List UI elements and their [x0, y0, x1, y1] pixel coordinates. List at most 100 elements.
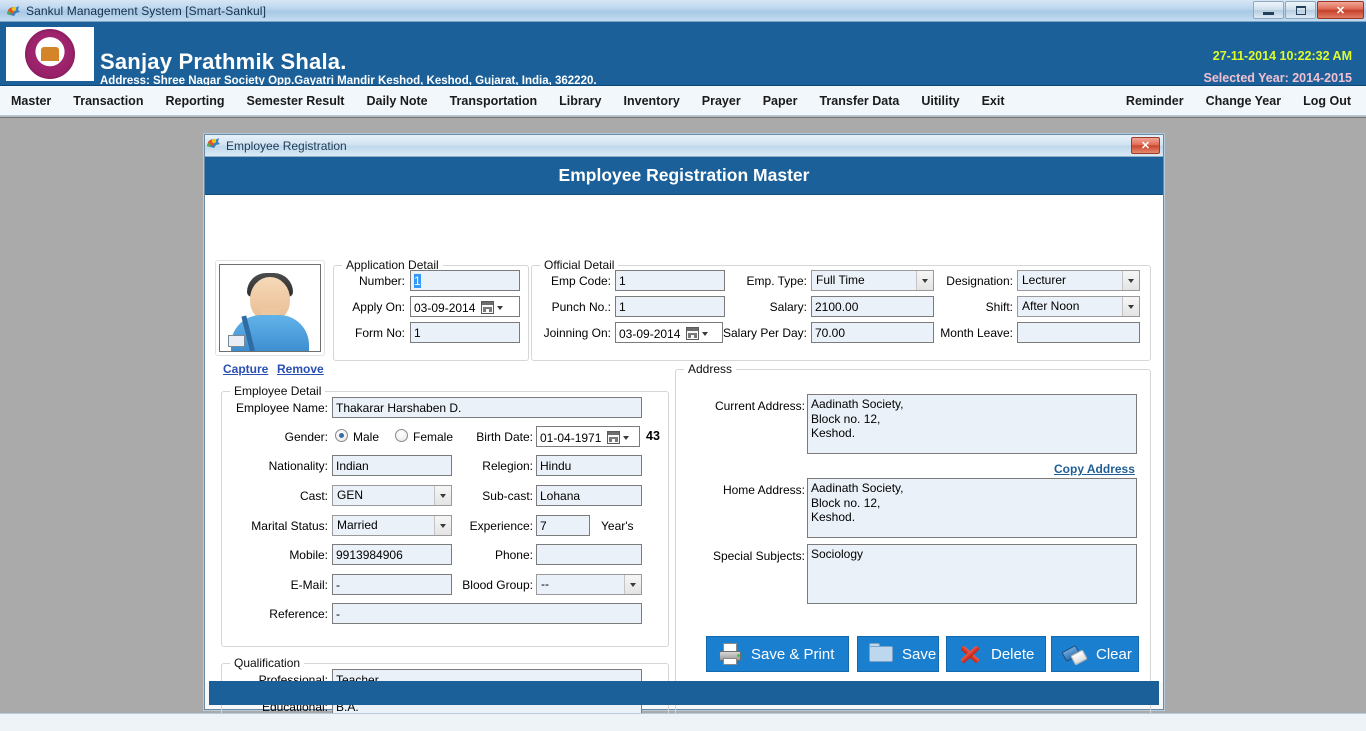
- child-window-close-button[interactable]: ✕: [1131, 137, 1160, 154]
- shift-dropdown-arrow[interactable]: [1122, 297, 1139, 316]
- form-title-banner: Employee Registration Master: [205, 157, 1163, 195]
- maximize-button[interactable]: [1285, 1, 1316, 19]
- reference-label: Reference:: [269, 607, 328, 621]
- employee-name-label: Employee Name:: [235, 401, 328, 415]
- printer-icon: [717, 642, 743, 666]
- cast-value: GEN: [337, 488, 364, 502]
- form-body: Capture Remove Application Detail Number…: [205, 195, 1163, 725]
- experience-input[interactable]: 7: [536, 515, 590, 536]
- menu-item-transaction[interactable]: Transaction: [62, 86, 154, 116]
- menu-item-library[interactable]: Library: [548, 86, 612, 116]
- menu-item-log-out[interactable]: Log Out: [1292, 86, 1362, 116]
- capture-photo-link[interactable]: Capture: [223, 362, 268, 376]
- minimize-icon: [1263, 11, 1274, 15]
- shift-value: After Noon: [1022, 299, 1080, 313]
- menu-item-uitility[interactable]: Uitility: [910, 86, 970, 116]
- salary-input[interactable]: 2100.00: [811, 296, 934, 317]
- punch-no-label: Punch No.:: [551, 300, 611, 314]
- month-leave-label: Month Leave:: [940, 326, 1013, 340]
- religion-label: Relegion:: [482, 459, 533, 473]
- current-address-textarea[interactable]: Aadinath Society, Block no. 12, Keshod.: [807, 394, 1137, 454]
- salary-label: Salary:: [769, 300, 807, 314]
- gender-female-radio[interactable]: [395, 429, 408, 442]
- special-subjects-textarea[interactable]: Sociology: [807, 544, 1137, 604]
- special-subjects-label: Special Subjects:: [712, 549, 805, 563]
- school-logo: [6, 27, 94, 81]
- menu-item-paper[interactable]: Paper: [752, 86, 809, 116]
- menu-item-change-year[interactable]: Change Year: [1195, 86, 1293, 116]
- number-input[interactable]: 1: [410, 270, 520, 291]
- gender-male-radio[interactable]: [335, 429, 348, 442]
- marital-status-select[interactable]: Married: [332, 515, 452, 536]
- child-window-app-icon: [205, 136, 221, 155]
- menu-item-reporting[interactable]: Reporting: [154, 86, 235, 116]
- form-no-input[interactable]: 1: [410, 322, 520, 343]
- joinning-on-value: 03-09-2014: [619, 326, 681, 341]
- menu-item-daily-note[interactable]: Daily Note: [355, 86, 438, 116]
- email-input[interactable]: -: [332, 574, 452, 595]
- address-legend: Address: [684, 362, 737, 376]
- child-window-title-bar: Employee Registration ✕: [205, 135, 1163, 157]
- employee-photo-frame: [215, 260, 325, 356]
- clear-label: Clear: [1096, 645, 1132, 663]
- blood-group-dropdown-arrow[interactable]: [624, 575, 641, 594]
- employee-detail-legend: Employee Detail: [230, 384, 326, 398]
- cast-label: Cast:: [299, 489, 328, 503]
- save-button[interactable]: Save: [857, 636, 939, 672]
- menu-item-master[interactable]: Master: [0, 86, 62, 116]
- phone-input[interactable]: [536, 544, 642, 565]
- minimize-button[interactable]: [1253, 1, 1284, 19]
- subcast-label: Sub-cast:: [482, 489, 533, 503]
- menu-item-semester-result[interactable]: Semester Result: [236, 86, 356, 116]
- menu-item-prayer[interactable]: Prayer: [691, 86, 752, 116]
- designation-dropdown-arrow[interactable]: [1122, 271, 1139, 290]
- marital-status-dropdown-arrow[interactable]: [434, 516, 451, 535]
- emp-code-input[interactable]: 1: [615, 270, 725, 291]
- qualification-legend: Qualification: [230, 656, 305, 670]
- chevron-down-icon: [623, 435, 630, 440]
- apply-on-datepicker[interactable]: 03-09-2014: [410, 296, 520, 317]
- clear-button[interactable]: Clear: [1051, 636, 1139, 672]
- blood-group-select[interactable]: --: [536, 574, 642, 595]
- reference-input[interactable]: -: [332, 603, 642, 624]
- employee-photo[interactable]: [219, 264, 321, 352]
- religion-input[interactable]: Hindu: [536, 455, 642, 476]
- apply-on-label: Apply On:: [352, 300, 405, 314]
- menu-item-reminder[interactable]: Reminder: [1115, 86, 1195, 116]
- os-window-title: Sankul Management System [Smart-Sankul]: [26, 3, 267, 18]
- menu-item-transfer-data[interactable]: Transfer Data: [808, 86, 910, 116]
- emp-type-label: Emp. Type:: [746, 274, 807, 288]
- number-label: Number:: [358, 274, 405, 288]
- birth-date-datepicker[interactable]: 01-04-1971: [536, 426, 640, 447]
- subcast-input[interactable]: Lohana: [536, 485, 642, 506]
- menu-item-transportation[interactable]: Transportation: [439, 86, 549, 116]
- chevron-down-icon: [497, 305, 504, 310]
- cast-select[interactable]: GEN: [332, 485, 452, 506]
- emp-type-select[interactable]: Full Time: [811, 270, 934, 291]
- header-datetime: 27-11-2014 10:22:32 AM: [1212, 49, 1352, 63]
- shift-label: Shift:: [985, 300, 1013, 314]
- nationality-input[interactable]: Indian: [332, 455, 452, 476]
- punch-no-input[interactable]: 1: [615, 296, 725, 317]
- age-value: 43: [646, 429, 660, 443]
- cast-dropdown-arrow[interactable]: [434, 486, 451, 505]
- delete-button[interactable]: Delete: [946, 636, 1046, 672]
- shift-select[interactable]: After Noon: [1017, 296, 1140, 317]
- menu-item-exit[interactable]: Exit: [971, 86, 1016, 116]
- menu-item-inventory[interactable]: Inventory: [613, 86, 691, 116]
- chevron-down-icon: [630, 582, 636, 587]
- close-button[interactable]: ✕: [1317, 1, 1364, 19]
- eraser-icon: [1061, 642, 1088, 666]
- remove-photo-link[interactable]: Remove: [277, 362, 324, 376]
- save-and-print-button[interactable]: Save & Print: [706, 636, 849, 672]
- calendar-icon: [686, 327, 700, 340]
- home-address-textarea[interactable]: Aadinath Society, Block no. 12, Keshod.: [807, 478, 1137, 538]
- joinning-on-label: Joinning On:: [543, 326, 611, 340]
- employee-name-input[interactable]: Thakarar Harshaben D.: [332, 397, 642, 418]
- copy-address-link[interactable]: Copy Address: [1054, 462, 1135, 476]
- designation-label: Designation:: [946, 274, 1013, 288]
- designation-select[interactable]: Lecturer: [1017, 270, 1140, 291]
- employee-registration-window: Employee Registration ✕ Employee Registr…: [204, 134, 1164, 725]
- mobile-input[interactable]: 9913984906: [332, 544, 452, 565]
- month-leave-input[interactable]: [1017, 322, 1140, 343]
